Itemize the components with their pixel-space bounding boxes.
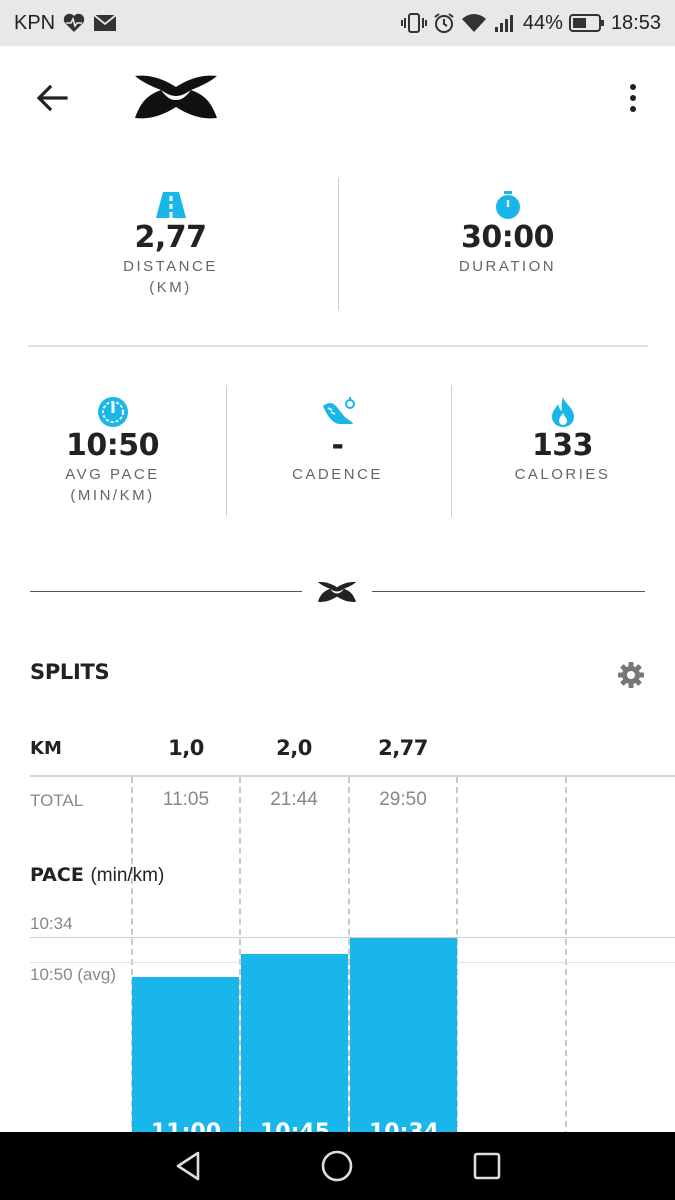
split-km-3: 2,77 bbox=[378, 736, 428, 760]
vibrate-icon bbox=[400, 13, 427, 33]
status-bar-left: KPN bbox=[14, 12, 117, 35]
back-triangle-icon[interactable] bbox=[170, 1148, 206, 1184]
stat-duration: 30:00 DURATION bbox=[395, 190, 620, 277]
calories-label: CALORIES bbox=[514, 466, 611, 483]
avg-pace-value: 10:50 bbox=[66, 428, 160, 463]
split-total-1: 11:05 bbox=[162, 789, 210, 810]
home-circle-icon[interactable] bbox=[319, 1148, 355, 1184]
stat-distance: 2,77 DISTANCE (KM) bbox=[58, 190, 283, 298]
more-dot-icon bbox=[630, 106, 636, 112]
stat-calories: 133 CALORIES bbox=[480, 396, 645, 485]
cadence-value: - bbox=[331, 428, 344, 463]
split-km-1: 1,0 bbox=[168, 736, 204, 760]
stat-avg-pace: 10:50 AVG PACE (MIN/KM) bbox=[30, 396, 195, 506]
carrier-name: KPN bbox=[14, 11, 56, 34]
divider-line bbox=[30, 591, 302, 592]
flame-icon bbox=[551, 397, 574, 427]
more-dot-icon bbox=[630, 84, 636, 90]
pace-unit: (min/km) bbox=[90, 865, 165, 886]
split-total-3: 29:50 bbox=[379, 789, 427, 810]
status-bar: KPN 44% 18:53 bbox=[0, 0, 675, 46]
under-armour-small-logo bbox=[317, 582, 357, 602]
gear-icon[interactable] bbox=[616, 660, 646, 690]
stat-cadence: - CADENCE bbox=[255, 396, 420, 485]
calories-value: 133 bbox=[531, 428, 594, 463]
column-gridline bbox=[565, 777, 567, 1137]
battery-percent: 44% bbox=[522, 11, 563, 34]
stat-divider bbox=[226, 385, 227, 517]
stat-divider bbox=[451, 385, 452, 517]
speedometer-icon bbox=[97, 397, 128, 427]
distance-label: DISTANCE bbox=[123, 258, 218, 275]
pace-title: PACE (min/km) bbox=[30, 864, 164, 887]
splits-title: SPLITS bbox=[30, 660, 110, 684]
stopwatch-icon bbox=[495, 191, 520, 219]
pace-bar-2 bbox=[241, 954, 348, 1137]
duration-label: DURATION bbox=[458, 258, 557, 275]
stat-divider bbox=[338, 178, 339, 310]
pace-title-text: PACE bbox=[30, 864, 84, 886]
battery-icon bbox=[568, 14, 604, 32]
split-km-2: 2,0 bbox=[276, 736, 312, 760]
navigation-bar bbox=[0, 1132, 675, 1200]
alarm-icon bbox=[434, 13, 454, 33]
clock-time: 18:53 bbox=[610, 11, 661, 34]
brand-divider bbox=[30, 578, 645, 606]
mail-icon bbox=[93, 14, 117, 31]
pace-bar-3 bbox=[350, 938, 457, 1137]
more-dot-icon bbox=[630, 95, 636, 101]
duration-value: 30:00 bbox=[461, 220, 555, 255]
under-armour-logo bbox=[135, 75, 217, 119]
distance-value: 2,77 bbox=[134, 220, 207, 255]
km-header: KM bbox=[30, 738, 62, 759]
more-options-button[interactable] bbox=[616, 78, 650, 118]
pace-bar-1 bbox=[132, 977, 239, 1137]
app-bar bbox=[0, 46, 675, 148]
distance-unit: (KM) bbox=[149, 279, 192, 296]
signal-icon bbox=[494, 15, 513, 32]
cadence-label: CADENCE bbox=[292, 466, 383, 483]
road-icon bbox=[155, 192, 186, 218]
shoe-icon bbox=[322, 397, 355, 424]
split-total-2: 21:44 bbox=[270, 789, 318, 810]
back-arrow-icon[interactable] bbox=[32, 78, 72, 118]
section-divider bbox=[28, 345, 648, 347]
pace-avg-label: 10:50 (avg) bbox=[30, 965, 116, 984]
avg-pace-unit: (MIN/KM) bbox=[70, 487, 155, 504]
heart-rate-icon bbox=[63, 13, 85, 32]
pace-best-label: 10:34 bbox=[30, 914, 73, 933]
total-header: TOTAL bbox=[30, 791, 84, 810]
status-bar-right: 44% 18:53 bbox=[400, 11, 661, 35]
avg-pace-label: AVG PACE bbox=[65, 466, 160, 483]
wifi-icon bbox=[461, 14, 486, 32]
table-header-line bbox=[30, 775, 675, 777]
divider-line bbox=[372, 591, 645, 592]
recents-square-icon[interactable] bbox=[469, 1148, 505, 1184]
